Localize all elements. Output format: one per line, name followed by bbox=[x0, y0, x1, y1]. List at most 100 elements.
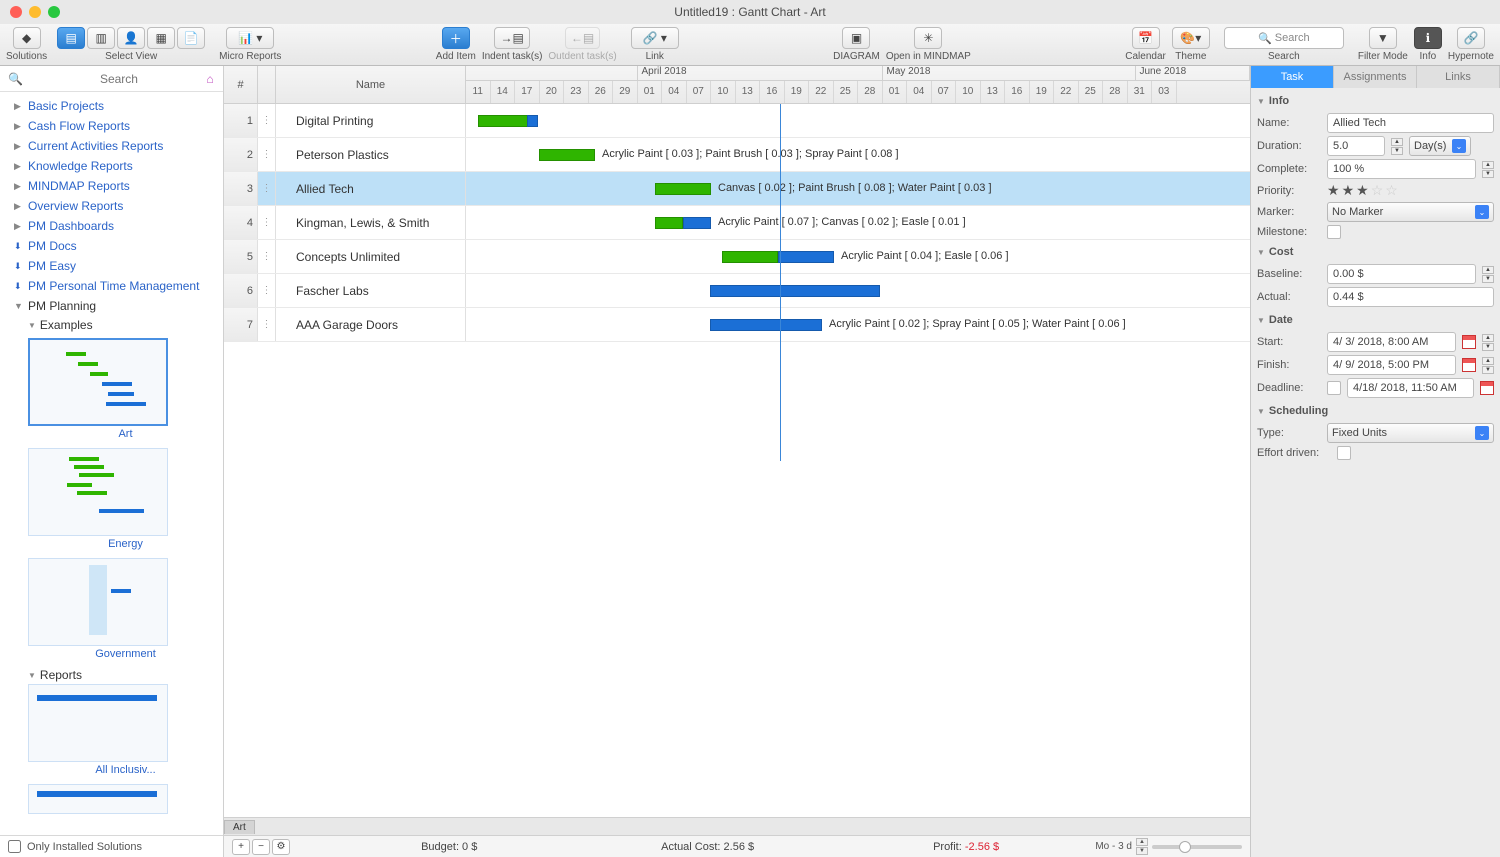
milestone-checkbox[interactable] bbox=[1327, 225, 1341, 239]
settings-button[interactable]: ⚙ bbox=[272, 839, 290, 855]
thumb-all-inclusiv[interactable] bbox=[28, 684, 168, 762]
row-handle[interactable]: ⋮ bbox=[258, 206, 276, 239]
view-4-button[interactable]: ▦ bbox=[147, 27, 175, 49]
zoom-control[interactable]: Mo - 3 d ▲▼ bbox=[1095, 838, 1242, 855]
add-row-button[interactable]: + bbox=[232, 839, 250, 855]
row-name[interactable]: Peterson Plastics bbox=[276, 138, 466, 171]
complete-stepper[interactable]: ▲▼ bbox=[1482, 161, 1494, 178]
gantt-bar[interactable]: Acrylic Paint [ 0.04 ]; Easle [ 0.06 ] bbox=[778, 251, 834, 263]
gantt-row[interactable]: 6⋮Fascher Labs bbox=[224, 274, 1250, 308]
gantt-row[interactable]: 5⋮Concepts UnlimitedAcrylic Paint [ 0.04… bbox=[224, 240, 1250, 274]
open-mindmap-button[interactable]: ✳ bbox=[914, 27, 942, 49]
sidebar-item-overview[interactable]: ▶Overview Reports bbox=[0, 196, 223, 216]
start-stepper[interactable]: ▲▼ bbox=[1482, 334, 1494, 351]
gantt-bar[interactable] bbox=[527, 115, 538, 127]
sidebar-item-pm-docs[interactable]: ⬇PM Docs bbox=[0, 236, 223, 256]
priority-stars[interactable]: ★★★☆☆ bbox=[1327, 182, 1398, 199]
sidebar-item-cash-flow[interactable]: ▶Cash Flow Reports bbox=[0, 116, 223, 136]
star-icon[interactable]: ★ bbox=[1327, 182, 1340, 199]
row-handle[interactable]: ⋮ bbox=[258, 138, 276, 171]
finish-field[interactable]: 4/ 9/ 2018, 5:00 PM bbox=[1327, 355, 1456, 375]
thumb-art[interactable] bbox=[28, 338, 168, 426]
sidebar-search[interactable]: 🔍 ⌂ bbox=[0, 66, 223, 92]
add-item-button[interactable]: ＋ bbox=[442, 27, 470, 49]
calendar-icon[interactable] bbox=[1480, 381, 1494, 395]
tab-links[interactable]: Links bbox=[1417, 66, 1500, 88]
duration-stepper[interactable]: ▲▼ bbox=[1391, 138, 1403, 155]
sidebar-item-knowledge[interactable]: ▶Knowledge Reports bbox=[0, 156, 223, 176]
home-icon[interactable]: ⌂ bbox=[201, 70, 219, 88]
finish-stepper[interactable]: ▲▼ bbox=[1482, 357, 1494, 374]
view-2-button[interactable]: ▥ bbox=[87, 27, 115, 49]
effort-checkbox[interactable] bbox=[1337, 446, 1351, 460]
star-icon[interactable]: ★ bbox=[1356, 182, 1369, 199]
diagram-button[interactable]: ▣ bbox=[842, 27, 870, 49]
row-handle[interactable]: ⋮ bbox=[258, 240, 276, 273]
theme-button[interactable]: 🎨▾ bbox=[1172, 27, 1210, 49]
bottom-tab-art[interactable]: Art bbox=[224, 820, 255, 834]
deadline-field[interactable]: 4/18/ 2018, 11:50 AM bbox=[1347, 378, 1474, 398]
outdent-button[interactable]: ←▤ bbox=[565, 27, 600, 49]
toolbar-search[interactable]: 🔍 Search bbox=[1224, 27, 1344, 49]
calendar-icon[interactable] bbox=[1462, 335, 1476, 349]
gantt-row[interactable]: 1⋮Digital Printing bbox=[224, 104, 1250, 138]
sidebar-item-basic-projects[interactable]: ▶Basic Projects bbox=[0, 96, 223, 116]
zoom-icon[interactable] bbox=[48, 6, 60, 18]
view-5-button[interactable]: 📄 bbox=[177, 27, 205, 49]
view-3-button[interactable]: 👤 bbox=[117, 27, 145, 49]
baseline-stepper[interactable]: ▲▼ bbox=[1482, 266, 1494, 283]
gantt-bar[interactable] bbox=[655, 217, 683, 229]
row-handle[interactable]: ⋮ bbox=[258, 274, 276, 307]
duration-unit-select[interactable]: Day(s)⌄ bbox=[1409, 136, 1471, 156]
gantt-bar[interactable]: Acrylic Paint [ 0.02 ]; Spray Paint [ 0.… bbox=[710, 319, 822, 331]
star-icon[interactable]: ☆ bbox=[1371, 182, 1384, 199]
type-select[interactable]: Fixed Units⌄ bbox=[1327, 423, 1494, 443]
filter-mode-button[interactable]: ▼ bbox=[1369, 27, 1397, 49]
star-icon[interactable]: ☆ bbox=[1385, 182, 1398, 199]
sidebar-item-pm-planning[interactable]: ▼PM Planning bbox=[0, 296, 223, 316]
gantt-bar[interactable] bbox=[710, 285, 880, 297]
baseline-field[interactable]: 0.00 $ bbox=[1327, 264, 1476, 284]
thumb-energy[interactable] bbox=[28, 448, 168, 536]
name-field[interactable]: Allied Tech bbox=[1327, 113, 1494, 133]
row-name[interactable]: Allied Tech bbox=[276, 172, 466, 205]
row-name[interactable]: Concepts Unlimited bbox=[276, 240, 466, 273]
row-name[interactable]: Kingman, Lewis, & Smith bbox=[276, 206, 466, 239]
zoom-slider[interactable] bbox=[1152, 845, 1242, 849]
info-button[interactable]: ℹ bbox=[1414, 27, 1442, 49]
micro-reports-button[interactable]: 📊 ▾ bbox=[226, 27, 274, 49]
sidebar-item-pm-easy[interactable]: ⬇PM Easy bbox=[0, 256, 223, 276]
gantt-bar[interactable]: Canvas [ 0.02 ]; Paint Brush [ 0.08 ]; W… bbox=[655, 183, 711, 195]
gantt-row[interactable]: 2⋮Peterson PlasticsAcrylic Paint [ 0.03 … bbox=[224, 138, 1250, 172]
row-handle[interactable]: ⋮ bbox=[258, 308, 276, 341]
gantt-bar[interactable] bbox=[722, 251, 778, 263]
indent-button[interactable]: →▤ bbox=[494, 27, 529, 49]
sidebar-item-mindmap[interactable]: ▶MINDMAP Reports bbox=[0, 176, 223, 196]
complete-field[interactable]: 100 % bbox=[1327, 159, 1476, 179]
hypernote-button[interactable]: 🔗 bbox=[1457, 27, 1485, 49]
link-button[interactable]: 🔗 ▾ bbox=[631, 27, 679, 49]
sidebar-search-input[interactable] bbox=[23, 72, 215, 86]
calendar-icon[interactable] bbox=[1462, 358, 1476, 372]
actual-field[interactable]: 0.44 $ bbox=[1327, 287, 1494, 307]
tab-assignments[interactable]: Assignments bbox=[1334, 66, 1417, 88]
tab-task[interactable]: Task bbox=[1251, 66, 1334, 88]
remove-row-button[interactable]: − bbox=[252, 839, 270, 855]
duration-field[interactable]: 5.0 bbox=[1327, 136, 1385, 156]
row-name[interactable]: Digital Printing bbox=[276, 104, 466, 137]
row-name[interactable]: Fascher Labs bbox=[276, 274, 466, 307]
gantt-row[interactable]: 4⋮Kingman, Lewis, & SmithAcrylic Paint [… bbox=[224, 206, 1250, 240]
close-icon[interactable] bbox=[10, 6, 22, 18]
only-installed-checkbox[interactable] bbox=[8, 840, 21, 853]
row-name[interactable]: AAA Garage Doors bbox=[276, 308, 466, 341]
calendar-button[interactable]: 📅 bbox=[1132, 27, 1160, 49]
row-handle[interactable]: ⋮ bbox=[258, 104, 276, 137]
sidebar-sub-examples[interactable]: ▼Examples bbox=[0, 318, 223, 332]
minimize-icon[interactable] bbox=[29, 6, 41, 18]
row-handle[interactable]: ⋮ bbox=[258, 172, 276, 205]
sidebar-item-current-activities[interactable]: ▶Current Activities Reports bbox=[0, 136, 223, 156]
gantt-bar[interactable]: Acrylic Paint [ 0.07 ]; Canvas [ 0.02 ];… bbox=[683, 217, 711, 229]
sidebar-sub-reports[interactable]: ▼Reports bbox=[28, 668, 223, 682]
gantt-bar[interactable]: Acrylic Paint [ 0.03 ]; Paint Brush [ 0.… bbox=[539, 149, 595, 161]
deadline-checkbox[interactable] bbox=[1327, 381, 1341, 395]
